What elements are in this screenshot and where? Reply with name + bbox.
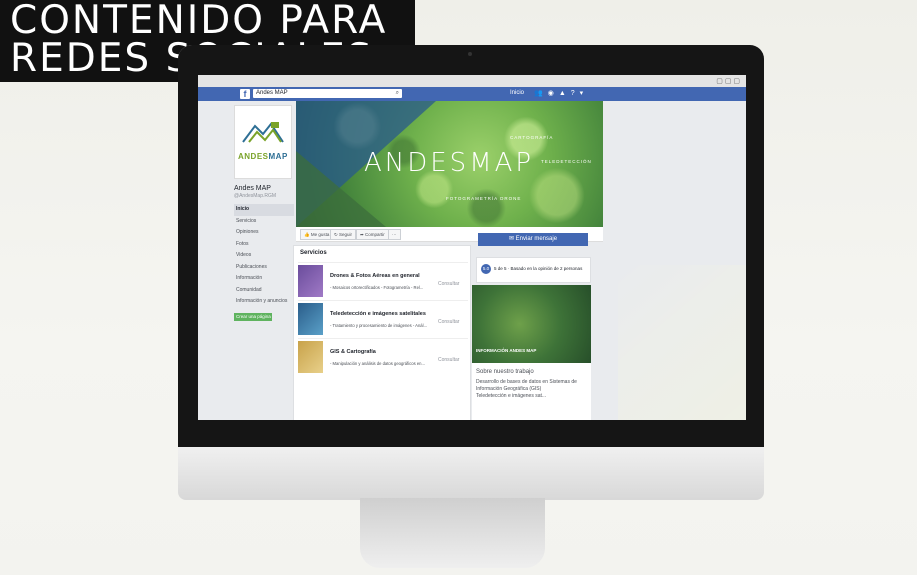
service-desc: - Manipulación y análisis de datos geogr… (330, 361, 425, 366)
nav-item-fotos[interactable]: Fotos (234, 239, 294, 251)
monitor-chin (178, 447, 764, 500)
dropdown-icon[interactable]: ▾ (580, 90, 589, 97)
profile-picture[interactable]: ANDESMAP (234, 105, 292, 179)
cover-tag-cartografia: CARTOGRAFÍA (510, 135, 554, 140)
services-title: Servicios (300, 250, 327, 256)
logo-map: MAP (268, 152, 288, 161)
profile-logo-text: ANDESMAP (238, 152, 288, 161)
rating-text: 5 de 5 · Basado en la opinión de 2 perso… (494, 266, 583, 271)
service-thumbnail (298, 303, 323, 335)
page-handle[interactable]: @AndesMap.RGM (234, 193, 294, 199)
nav-item-comunidad[interactable]: Comunidad (234, 285, 294, 297)
logo-andes: ANDES (238, 152, 269, 161)
about-title: Sobre nuestro trabajo (476, 369, 534, 375)
about-text-2: Teledetección e imágenes sat... (476, 393, 547, 399)
messenger-icon[interactable]: ◉ (548, 90, 559, 97)
more-button[interactable]: ··· (388, 229, 401, 240)
nav-item-informacion-anuncios[interactable]: Información y anuncios (234, 296, 294, 308)
cover-tag-fotogrametria: FOTOGRAMETRÍA DRONE (446, 196, 522, 201)
cover-photo[interactable]: ANDESMAP CARTOGRAFÍA TELEDETECCIÓN FOTOG… (296, 101, 603, 227)
nav-item-servicios[interactable]: Servicios (234, 216, 294, 228)
list-item[interactable]: Teledetección e imágenes satelitales - T… (298, 300, 468, 337)
info-photo-label: INFORMACIÓN ANDES MAP (476, 348, 537, 353)
screen-glare (618, 265, 746, 420)
search-icon[interactable]: ⌕ (396, 89, 399, 98)
search-input[interactable]: Andes MAP ⌕ (253, 89, 402, 98)
create-page-button[interactable]: Crear una página (234, 312, 272, 321)
service-name: Teledetección e imágenes satelitales (330, 311, 426, 317)
service-consult-link[interactable]: Consultar (438, 319, 459, 325)
list-item[interactable]: Drones & Fotos Aéreas en general - Mosai… (298, 262, 468, 299)
service-thumbnail (298, 341, 323, 373)
about-card: Sobre nuestro trabajo Desarrollo de base… (472, 363, 591, 420)
service-thumbnail (298, 265, 323, 297)
imac-monitor: ▢ ▢ ▢ f Andes MAP ⌕ Inicio 👥◉▲?▾ ANDESMA… (178, 45, 764, 500)
nav-item-videos[interactable]: Videos (234, 250, 294, 262)
about-text-1: Desarrollo de bases de datos en Sistemas… (476, 379, 577, 392)
top-bar-icons[interactable]: 👥◉▲?▾ (534, 89, 588, 97)
browser-buttons-icon[interactable]: ▢ ▢ ▢ (716, 77, 740, 85)
service-consult-link[interactable]: Consultar (438, 357, 459, 363)
nav-item-publicaciones[interactable]: Publicaciones (234, 262, 294, 274)
mountain-logo-icon (242, 122, 284, 143)
nav-item-opiniones[interactable]: Opiniones (234, 227, 294, 239)
nav-home-link[interactable]: Inicio (510, 90, 524, 96)
monitor-bezel: ▢ ▢ ▢ f Andes MAP ⌕ Inicio 👥◉▲?▾ ANDESMA… (178, 45, 764, 447)
info-photo[interactable]: INFORMACIÓN ANDES MAP (472, 285, 591, 363)
list-item[interactable]: GIS & Cartografía - Manipulación y análi… (298, 338, 468, 375)
nav-item-inicio[interactable]: Inicio (234, 204, 294, 216)
rating-badge: 5.0 (481, 264, 491, 274)
camera-icon (468, 52, 472, 56)
page-left-nav: ANDESMAP Andes MAP @AndesMap.RGM Inicio … (234, 105, 294, 321)
send-message-label: Enviar mensaje (515, 236, 558, 242)
follow-button[interactable]: ↻ Seguir (330, 229, 357, 240)
follow-label: Seguir (339, 232, 353, 237)
headline-line-1: CONTENIDO PARA (10, 0, 388, 43)
cover-title: ANDESMAP (364, 148, 535, 178)
friends-icon[interactable]: 👥 (534, 90, 548, 97)
service-name: GIS & Cartografía (330, 349, 376, 355)
page-name[interactable]: Andes MAP (234, 185, 294, 192)
monitor-stand (360, 498, 545, 568)
cover-tag-teledeteccion: TELEDETECCIÓN (541, 159, 592, 164)
nav-item-informacion[interactable]: Información (234, 273, 294, 285)
share-label: Compartir (365, 232, 385, 237)
notifications-icon[interactable]: ▲ (559, 90, 571, 97)
service-desc: - Mosaicos ortorectificados - Fotogramet… (330, 285, 424, 290)
screen: ▢ ▢ ▢ f Andes MAP ⌕ Inicio 👥◉▲?▾ ANDESMA… (198, 75, 746, 420)
like-label: Me gusta (310, 232, 330, 237)
service-desc: - Tratamiento y procesamiento de imágene… (330, 323, 428, 328)
services-panel: Servicios Drones & Fotos Aéreas en gener… (293, 245, 471, 420)
help-icon[interactable]: ? (571, 90, 580, 97)
search-value: Andes MAP (256, 90, 288, 96)
send-message-button[interactable]: ✉ Enviar mensaje (478, 233, 588, 246)
share-button[interactable]: ➦ Compartir (356, 229, 389, 240)
facebook-logo-icon[interactable]: f (240, 89, 250, 99)
service-consult-link[interactable]: Consultar (438, 281, 459, 287)
page-nav-list: Inicio Servicios Opiniones Fotos Videos … (234, 204, 294, 308)
like-button[interactable]: 👍 Me gusta (300, 229, 334, 240)
service-name: Drones & Fotos Aéreas en general (330, 273, 420, 279)
facebook-top-bar: f Andes MAP ⌕ Inicio 👥◉▲?▾ (198, 87, 746, 101)
rating-card[interactable]: 5.0 5 de 5 · Basado en la opinión de 2 p… (476, 257, 591, 283)
